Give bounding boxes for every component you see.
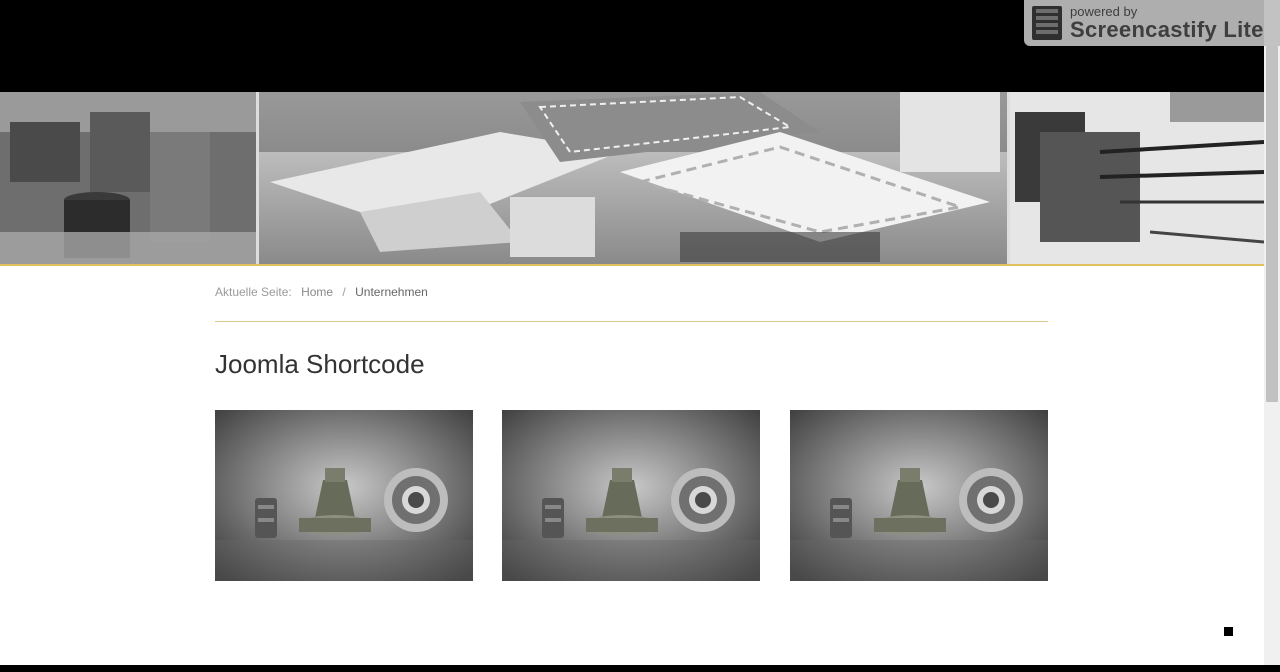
- watermark-line2: Screencastify Lite: [1070, 17, 1264, 42]
- bottom-bar: [0, 665, 1280, 672]
- breadcrumb-divider: [215, 321, 1048, 322]
- gallery-image-3[interactable]: [790, 410, 1048, 581]
- breadcrumb-home-link[interactable]: Home: [301, 285, 333, 299]
- stop-icon[interactable]: [1224, 627, 1233, 636]
- breadcrumb: Aktuelle Seite: Home / Unternehmen: [215, 285, 434, 299]
- film-strip-icon: [1032, 6, 1062, 40]
- scrollbar-thumb[interactable]: [1266, 46, 1278, 402]
- gallery-image-1[interactable]: [215, 410, 473, 581]
- page-title: Joomla Shortcode: [215, 349, 425, 379]
- breadcrumb-prefix: Aktuelle Seite:: [215, 285, 292, 299]
- screencastify-watermark: powered by Screencastify Lite: [1024, 0, 1280, 46]
- breadcrumb-current: Unternehmen: [355, 285, 428, 299]
- gallery-image-2[interactable]: [502, 410, 760, 581]
- breadcrumb-separator: /: [342, 285, 346, 299]
- header-banner-image: [0, 92, 1264, 266]
